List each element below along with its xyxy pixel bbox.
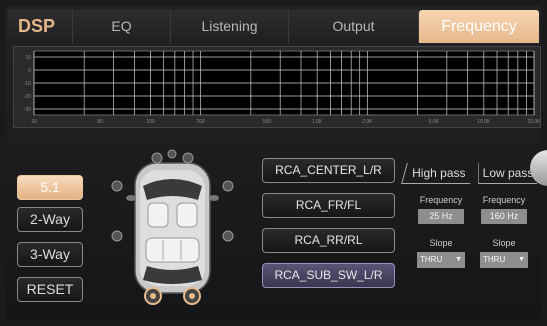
mode-3-way-button[interactable]: 3-Way [17, 242, 83, 267]
channel-sub-button[interactable]: RCA_SUB_SW_L/R [262, 263, 395, 288]
tab-bar: DSP EQ Listening Output Frequency [8, 10, 539, 43]
high-pass-label: High pass [412, 166, 466, 180]
mode-5-1-button[interactable]: 5.1 [17, 175, 83, 200]
graph-x-tick-label: 5.0K [429, 119, 440, 125]
graph-x-tick-label: 20.0K [527, 119, 540, 125]
low-pass-slope-label: Slope [492, 238, 516, 248]
tab-dsp[interactable]: DSP [8, 10, 73, 43]
graph-x-tick-label: 50 [98, 119, 104, 125]
frequency-graph-svg: 100-10-20-3020 50 100 200 500 1.0K 2.0K 5.0K 10.… [24, 50, 540, 125]
high-pass-slope-label: Slope [429, 238, 453, 248]
tab-listening[interactable]: Listening [171, 10, 289, 43]
graph-x-tick-label: 20 [31, 119, 37, 125]
graph-y-tick-label: -30 [24, 107, 31, 113]
graph-y-tick-label: -20 [24, 94, 31, 100]
high-pass-slope-select[interactable]: THRU ▼ [417, 252, 465, 268]
tab-frequency[interactable]: Frequency [419, 10, 539, 43]
channel-front-button[interactable]: RCA_FR/FL [262, 193, 395, 218]
high-pass-tab[interactable]: High pass [401, 163, 476, 184]
high-pass-frequency-label: Frequency [419, 195, 463, 205]
low-pass-slope-value: THRU [483, 255, 506, 264]
graph-x-tick-label: 2.0K [362, 119, 373, 125]
chevron-down-icon: ▼ [455, 256, 462, 263]
high-pass-frequency-value[interactable]: 25 Hz [418, 209, 464, 224]
reset-button[interactable]: RESET [17, 277, 83, 302]
mode-2-way-button[interactable]: 2-Way [17, 207, 83, 232]
graph-y-tick-label: 0 [28, 68, 31, 74]
graph-x-tick-label: 1.0K [312, 119, 323, 125]
frequency-graph: 10 0 -10 -20 -30 20 50 100 200 500 1.0K 2.0K 5.0K 10.… [13, 46, 541, 128]
chevron-down-icon: ▼ [518, 256, 525, 263]
tab-eq[interactable]: EQ [73, 10, 171, 43]
low-pass-frequency-value[interactable]: 160 Hz [481, 209, 527, 224]
low-pass-label: Low pass [482, 166, 534, 180]
graph-x-tick-label: 500 [263, 119, 272, 125]
graph-x-tick-label: 100 [146, 119, 155, 125]
tab-output[interactable]: Output [289, 10, 419, 43]
channel-center-button[interactable]: RCA_CENTER_L/R [262, 158, 395, 183]
graph-x-tick-label: 10.0K [477, 119, 491, 125]
channel-rear-button[interactable]: RCA_RR/RL [262, 228, 395, 253]
graph-y-tick-label: 10 [25, 55, 31, 61]
low-pass-slope-select[interactable]: THRU ▼ [480, 252, 528, 268]
low-pass-frequency-label: Frequency [482, 195, 526, 205]
car-speaker-diagram [111, 149, 234, 305]
low-pass-tab[interactable]: Low pass [478, 163, 537, 184]
graph-x-tick-label: 200 [196, 119, 205, 125]
high-pass-slope-value: THRU [420, 255, 443, 264]
graph-y-tick-label: -10 [24, 81, 31, 87]
